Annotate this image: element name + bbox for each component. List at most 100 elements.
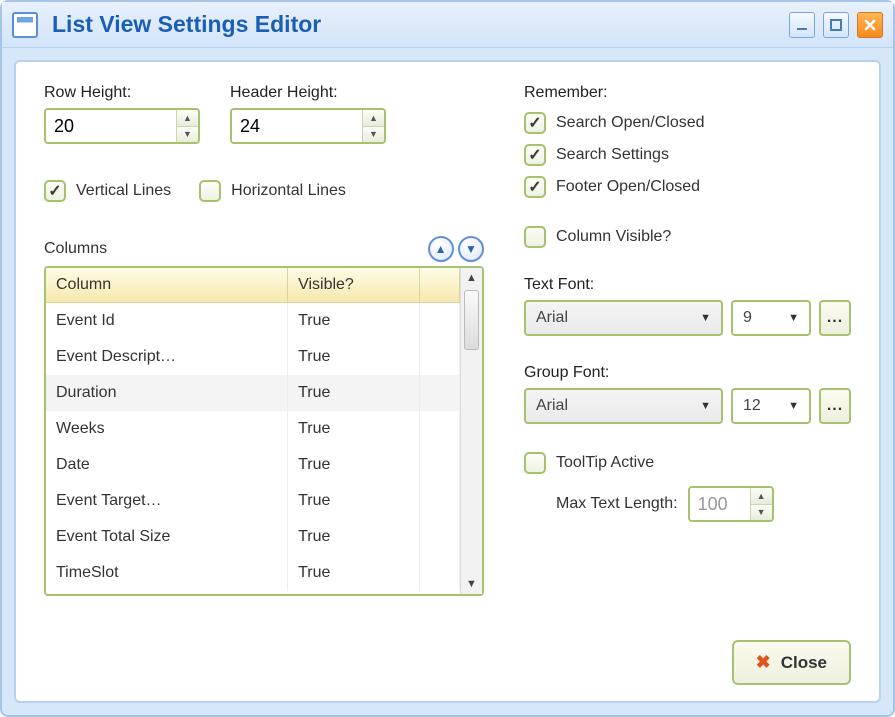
checkbox-box-icon [199, 180, 221, 202]
window-title: List View Settings Editor [52, 11, 789, 38]
column-extra-cell [420, 519, 460, 555]
column-extra-cell [420, 411, 460, 447]
vertical-lines-label: Vertical Lines [76, 182, 171, 200]
scroll-down-icon[interactable]: ▼ [466, 574, 477, 594]
group-font-label: Group Font: [524, 364, 851, 382]
column-name-cell: Date [46, 447, 288, 483]
max-text-length-label: Max Text Length: [556, 495, 678, 513]
remember-label: Search Settings [556, 146, 669, 164]
row-height-arrows: ▲ ▼ [176, 110, 198, 142]
row-height-field: Row Height: ▲ ▼ [44, 84, 200, 144]
scroll-up-icon[interactable]: ▲ [466, 268, 477, 288]
maximize-button[interactable] [823, 12, 849, 38]
remember-checkbox[interactable]: Search Open/Closed [524, 112, 851, 134]
row-height-label: Row Height: [44, 84, 200, 102]
minimize-button[interactable] [789, 12, 815, 38]
remember-label: Footer Open/Closed [556, 178, 700, 196]
table-row[interactable]: DurationTrue [46, 375, 460, 411]
column-extra-cell [420, 375, 460, 411]
col-header-visible[interactable]: Visible? [288, 268, 420, 303]
row-height-up[interactable]: ▲ [177, 110, 198, 127]
columns-table: Column Visible? Event IdTrueEvent Descri… [44, 266, 484, 596]
column-name-cell: TimeSlot [46, 555, 288, 591]
column-visible-checkbox[interactable]: Column Visible? [524, 226, 851, 248]
remember-checkbox[interactable]: Footer Open/Closed [524, 176, 851, 198]
checkbox-box-icon [524, 226, 546, 248]
header-height-input[interactable] [232, 110, 362, 142]
text-font-value: Arial [536, 309, 568, 327]
tooltip-active-checkbox[interactable]: ToolTip Active [524, 452, 851, 474]
caret-down-icon: ▼ [788, 312, 799, 324]
row-height-spinner[interactable]: ▲ ▼ [44, 108, 200, 144]
minimize-icon [795, 18, 809, 32]
group-font-size-select[interactable]: 12 ▼ [731, 388, 811, 424]
table-row[interactable]: Event Total SizeTrue [46, 519, 460, 555]
text-font-browse-button[interactable]: ... [819, 300, 851, 336]
group-font-browse-button[interactable]: ... [819, 388, 851, 424]
header-height-up[interactable]: ▲ [363, 110, 384, 127]
checkbox-box-icon [524, 452, 546, 474]
column-extra-cell [420, 483, 460, 519]
header-height-down[interactable]: ▼ [363, 127, 384, 143]
columns-label: Columns [44, 240, 107, 258]
close-button-label: Close [781, 653, 827, 673]
max-text-length-spinner[interactable]: ▲ ▼ [688, 486, 774, 522]
remember-checkbox[interactable]: Search Settings [524, 144, 851, 166]
text-font-select[interactable]: Arial ▼ [524, 300, 723, 336]
table-header-row: Column Visible? [46, 268, 460, 303]
caret-down-icon: ▼ [788, 400, 799, 412]
column-visible-cell: True [288, 483, 420, 519]
table-row[interactable]: DateTrue [46, 447, 460, 483]
caret-down-icon: ▼ [700, 312, 711, 324]
maximize-icon [829, 18, 843, 32]
column-extra-cell [420, 303, 460, 340]
max-text-length-input[interactable] [690, 488, 750, 520]
header-height-arrows: ▲ ▼ [362, 110, 384, 142]
max-text-length-up[interactable]: ▲ [751, 488, 772, 505]
col-header-extra[interactable] [420, 268, 460, 303]
table-row[interactable]: Event Descript…True [46, 339, 460, 375]
close-button[interactable]: ✖ Close [732, 640, 851, 685]
max-text-length-down[interactable]: ▼ [751, 505, 772, 521]
column-visible-cell: True [288, 447, 420, 483]
text-font-size-value: 9 [743, 309, 752, 327]
column-visible-label: Column Visible? [556, 228, 671, 246]
table-row[interactable]: Event IdTrue [46, 303, 460, 340]
column-name-cell: Event Total Size [46, 519, 288, 555]
header-height-label: Header Height: [230, 84, 386, 102]
table-row[interactable]: Event Target…True [46, 483, 460, 519]
checkbox-box-icon [524, 112, 546, 134]
checkbox-box-icon [44, 180, 66, 202]
row-height-down[interactable]: ▼ [177, 127, 198, 143]
group-font-select[interactable]: Arial ▼ [524, 388, 723, 424]
scroll-thumb[interactable] [464, 290, 479, 350]
column-name-cell: Event Target… [46, 483, 288, 519]
row-height-input[interactable] [46, 110, 176, 142]
text-font-label: Text Font: [524, 276, 851, 294]
col-header-column[interactable]: Column [46, 268, 288, 303]
checkbox-box-icon [524, 144, 546, 166]
column-visible-cell: True [288, 411, 420, 447]
dialog-window: List View Settings Editor Row Height: [0, 0, 895, 717]
horizontal-lines-checkbox[interactable]: Horizontal Lines [199, 180, 346, 202]
close-x-icon: ✖ [756, 652, 771, 673]
max-text-length-arrows: ▲ ▼ [750, 488, 772, 520]
vertical-lines-checkbox[interactable]: Vertical Lines [44, 180, 171, 202]
checkbox-box-icon [524, 176, 546, 198]
text-font-size-select[interactable]: 9 ▼ [731, 300, 811, 336]
table-row[interactable]: TimeSlotTrue [46, 555, 460, 591]
table-row[interactable]: WeeksTrue [46, 411, 460, 447]
window-controls [789, 12, 883, 38]
horizontal-lines-label: Horizontal Lines [231, 182, 346, 200]
move-up-button[interactable]: ▲ [428, 236, 454, 262]
column-extra-cell [420, 555, 460, 591]
header-height-spinner[interactable]: ▲ ▼ [230, 108, 386, 144]
move-down-button[interactable]: ▼ [458, 236, 484, 262]
content-area: Row Height: ▲ ▼ Header Height: [14, 60, 881, 703]
table-scrollbar[interactable]: ▲ ▼ [460, 268, 482, 594]
header-height-field: Header Height: ▲ ▼ [230, 84, 386, 144]
window-close-button[interactable] [857, 12, 883, 38]
column-extra-cell [420, 447, 460, 483]
column-name-cell: Duration [46, 375, 288, 411]
column-visible-cell: True [288, 339, 420, 375]
